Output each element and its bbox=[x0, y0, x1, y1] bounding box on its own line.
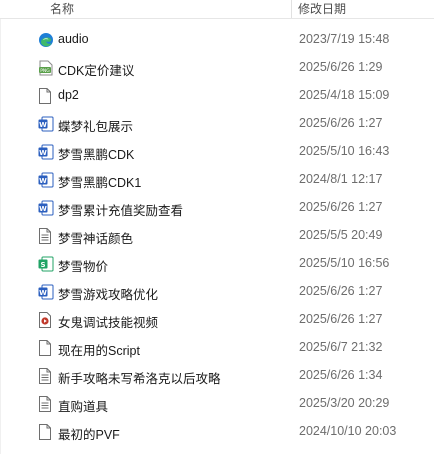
file-row[interactable]: W 梦雪黑鹏CDK 2025/5/10 16:43 bbox=[0, 138, 434, 166]
file-date: 2025/5/10 16:43 bbox=[299, 144, 390, 158]
file-date: 2025/3/20 20:29 bbox=[299, 396, 390, 410]
file-date: 2025/5/10 16:56 bbox=[299, 256, 390, 270]
file-row[interactable]: W 梦雪累计充值奖励查看 2025/6/26 1:27 bbox=[0, 194, 434, 222]
file-row[interactable]: audio 2023/7/19 15:48 bbox=[0, 26, 434, 54]
file-row[interactable]: dp2 2025/4/18 15:09 bbox=[0, 82, 434, 110]
word-doc-icon: W bbox=[38, 284, 54, 300]
name-column-header[interactable]: 名称 bbox=[50, 0, 74, 17]
file-name: 梦雪游戏攻略优化 bbox=[58, 288, 159, 302]
file-name: CDK定价建议 bbox=[58, 64, 135, 78]
svg-text:W: W bbox=[39, 177, 47, 185]
file-name: 新手攻略未写希洛克以后攻略 bbox=[58, 372, 221, 386]
file-date: 2025/5/5 20:49 bbox=[299, 228, 383, 242]
file-date: 2025/6/7 21:32 bbox=[299, 340, 383, 354]
word-doc-icon: W bbox=[38, 144, 54, 160]
blank-file-icon bbox=[38, 88, 52, 104]
text-file-icon bbox=[38, 368, 52, 384]
file-row[interactable]: W 梦雪黑鹏CDK1 2024/8/1 12:17 bbox=[0, 166, 434, 194]
file-name: audio bbox=[58, 32, 89, 46]
file-name: 梦雪黑鹏CDK1 bbox=[58, 176, 142, 190]
svg-text:S: S bbox=[40, 261, 45, 269]
video-file-icon bbox=[38, 312, 52, 328]
file-row[interactable]: W 梦雪游戏攻略优化 2025/6/26 1:27 bbox=[0, 278, 434, 306]
file-date: 2024/10/10 20:03 bbox=[299, 424, 397, 438]
file-date: 2025/6/26 1:27 bbox=[299, 116, 383, 130]
text-file-icon bbox=[38, 228, 52, 244]
file-row[interactable]: 女鬼调试技能视频 2025/6/26 1:27 bbox=[0, 306, 434, 334]
svg-text:W: W bbox=[39, 121, 47, 129]
word-doc-icon: W bbox=[38, 116, 54, 132]
svg-text:W: W bbox=[39, 289, 47, 297]
date-modified-column-header[interactable]: 修改日期 bbox=[298, 0, 346, 17]
word-doc-icon: W bbox=[38, 200, 54, 216]
file-name: 梦雪累计充值奖励查看 bbox=[58, 204, 184, 218]
file-name: dp2 bbox=[58, 88, 79, 102]
file-name: 最初的PVF bbox=[58, 428, 120, 442]
file-date: 2024/8/1 12:17 bbox=[299, 172, 383, 186]
file-date: 2025/6/26 1:34 bbox=[299, 368, 383, 382]
column-divider[interactable] bbox=[291, 0, 292, 18]
file-date: 2025/6/26 1:27 bbox=[299, 200, 383, 214]
file-row[interactable]: 梦雪神话颜色 2025/5/5 20:49 bbox=[0, 222, 434, 250]
edge-icon bbox=[38, 32, 53, 48]
text-file-icon bbox=[38, 396, 52, 412]
file-list: audio 2023/7/19 15:48 PNG CDK定价建议 2025/6… bbox=[0, 26, 434, 446]
file-name: 梦雪黑鹏CDK bbox=[58, 148, 135, 162]
svg-text:W: W bbox=[39, 205, 47, 213]
file-row[interactable]: 现在用的Script 2025/6/7 21:32 bbox=[0, 334, 434, 362]
file-date: 2025/6/26 1:29 bbox=[299, 60, 383, 74]
file-name: 梦雪神话颜色 bbox=[58, 232, 134, 246]
file-date: 2025/6/26 1:27 bbox=[299, 284, 383, 298]
file-row[interactable]: W 蝶梦礼包展示 2025/6/26 1:27 bbox=[0, 110, 434, 138]
file-row[interactable]: 最初的PVF 2024/10/10 20:03 bbox=[0, 418, 434, 446]
file-row[interactable]: 直购道具 2025/3/20 20:29 bbox=[0, 390, 434, 418]
file-name: 直购道具 bbox=[58, 400, 109, 414]
spreadsheet-icon: S bbox=[38, 256, 54, 272]
file-row[interactable]: S 梦雪物价 2025/5/10 16:56 bbox=[0, 250, 434, 278]
file-row[interactable]: 新手攻略未写希洛克以后攻略 2025/6/26 1:34 bbox=[0, 362, 434, 390]
word-doc-icon: W bbox=[38, 172, 54, 188]
blank-file-icon bbox=[38, 340, 52, 356]
image-file-icon: PNG bbox=[38, 60, 53, 76]
blank-file-icon bbox=[38, 424, 52, 440]
file-name: 梦雪物价 bbox=[58, 260, 109, 274]
file-date: 2023/7/19 15:48 bbox=[299, 32, 390, 46]
column-header-bar: 名称 修改日期 bbox=[0, 0, 434, 19]
file-date: 2025/4/18 15:09 bbox=[299, 88, 390, 102]
file-name: 女鬼调试技能视频 bbox=[58, 316, 159, 330]
file-name: 蝶梦礼包展示 bbox=[58, 120, 134, 134]
svg-text:PNG: PNG bbox=[40, 68, 50, 74]
file-name: 现在用的Script bbox=[58, 344, 140, 358]
file-date: 2025/6/26 1:27 bbox=[299, 312, 383, 326]
file-row[interactable]: PNG CDK定价建议 2025/6/26 1:29 bbox=[0, 54, 434, 82]
svg-text:W: W bbox=[39, 149, 47, 157]
